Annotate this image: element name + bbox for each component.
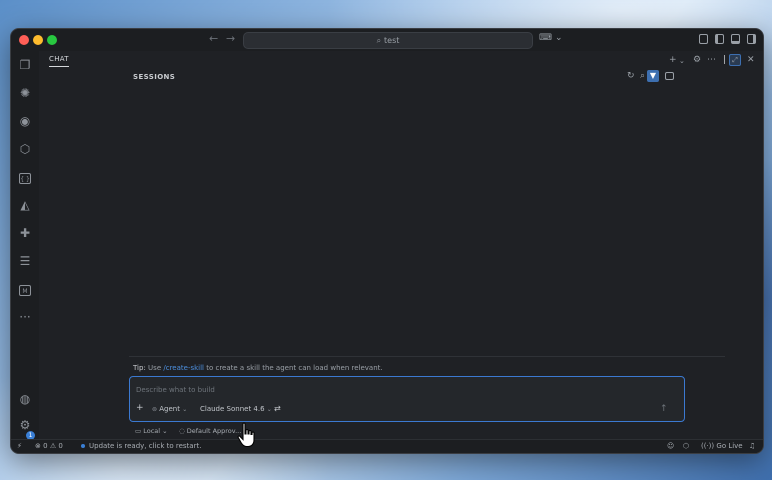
maximize-panel-icon[interactable]: ⤢ bbox=[729, 54, 741, 66]
broadcast-icon: ((·)) bbox=[701, 442, 715, 450]
search-icon[interactable]: ⌕ bbox=[640, 71, 645, 81]
back-arrow-icon[interactable]: ← bbox=[209, 32, 218, 45]
update-dot-icon bbox=[81, 444, 85, 448]
tip-prefix: Use bbox=[148, 364, 162, 372]
model-label: Claude Sonnet 4.6 bbox=[200, 405, 265, 413]
more-icon[interactable]: ··· bbox=[17, 309, 33, 325]
toggle-primary-sidebar-icon[interactable] bbox=[715, 34, 724, 44]
model-picker[interactable]: Claude Sonnet 4.6 ⌄ bbox=[200, 405, 272, 413]
tab-chat[interactable]: CHAT bbox=[49, 55, 69, 67]
command-center-search[interactable]: ⌕ test bbox=[243, 32, 533, 49]
warning-count: 0 bbox=[58, 442, 63, 450]
shield-icon: ◌ bbox=[179, 427, 185, 435]
outline-icon[interactable]: ☰ bbox=[17, 253, 33, 269]
sessions-heading: SESSIONS bbox=[133, 73, 176, 81]
split-view-icon[interactable] bbox=[665, 72, 674, 80]
chevron-down-icon[interactable]: ⌄ bbox=[555, 33, 563, 43]
approvals-picker[interactable]: ◌ Default Approv... bbox=[179, 427, 241, 435]
swap-icon[interactable]: ⇄ bbox=[274, 404, 281, 413]
go-live-label: Go Live bbox=[716, 442, 743, 450]
error-count: 0 bbox=[43, 442, 48, 450]
error-icon: ⊗ bbox=[35, 442, 41, 450]
chat-panel: CHAT + ⌄ ⚙ ⋯ | ⤢ ✕ SESSIONS ↻ ⌕ ▼ Tip: U… bbox=[39, 51, 763, 439]
forward-arrow-icon[interactable]: → bbox=[226, 32, 235, 45]
agent-mode-label: Agent bbox=[159, 405, 180, 413]
warning-icon: ⚠ bbox=[49, 442, 57, 450]
status-bar: ⚡ ⊗ 0 ⚠ 0 Update is ready, click to rest… bbox=[11, 439, 763, 453]
layout-customize-icon[interactable] bbox=[699, 34, 708, 44]
chevron-down-icon[interactable]: ⌄ bbox=[679, 57, 685, 65]
location-picker[interactable]: ▭ Local ⌄ bbox=[135, 427, 168, 435]
refresh-icon[interactable]: ↻ bbox=[627, 71, 635, 81]
notifications-bell-icon[interactable]: ♫ bbox=[749, 442, 755, 450]
files-icon[interactable]: ❐ bbox=[17, 57, 33, 73]
editor-window: ← → ⌕ test ⌨ ⌄ ❐ ✺ ◉ ⬡ { } ◭ ✚ ☰ M ··· ◍ … bbox=[10, 28, 764, 454]
activity-bar: ❐ ✺ ◉ ⬡ { } ◭ ✚ ☰ M ··· ◍ ⚙ 1 bbox=[11, 51, 40, 440]
tip-label: Tip: bbox=[133, 364, 146, 372]
divider bbox=[129, 356, 725, 357]
copilot-icon[interactable]: ☺ bbox=[667, 442, 674, 450]
close-icon[interactable]: ✕ bbox=[747, 55, 755, 65]
new-chat-plus-icon[interactable]: + bbox=[669, 55, 677, 65]
more-actions-icon[interactable]: ⋯ bbox=[707, 55, 716, 65]
gear-icon[interactable]: ⚙ bbox=[693, 55, 701, 65]
location-label: Local bbox=[143, 427, 161, 435]
chat-input-box: + ⊚ Agent ⌄ Claude Sonnet 4.6 ⌄ ⇄ ↑ bbox=[129, 376, 685, 422]
github-icon[interactable]: ◉ bbox=[17, 113, 33, 129]
add-context-button[interactable]: + bbox=[136, 403, 144, 413]
approvals-label: Default Approv... bbox=[186, 427, 242, 435]
tip-suffix: to create a skill the agent can load whe… bbox=[206, 364, 383, 372]
zoom-window-button[interactable] bbox=[47, 35, 57, 45]
filter-icon[interactable]: ▼ bbox=[647, 70, 659, 82]
toggle-secondary-sidebar-icon[interactable] bbox=[747, 34, 756, 44]
monitor-icon: ▭ bbox=[135, 427, 142, 435]
toggle-panel-icon[interactable] bbox=[731, 34, 740, 44]
markdown-icon[interactable]: M bbox=[17, 281, 33, 297]
json-icon[interactable]: { } bbox=[17, 169, 33, 185]
tip-text: Tip: Use /create-skill to create a skill… bbox=[133, 364, 383, 372]
go-live-button[interactable]: ((·)) Go Live bbox=[701, 442, 743, 450]
chat-input[interactable] bbox=[136, 384, 636, 396]
send-arrow-icon[interactable]: ↑ bbox=[660, 404, 668, 414]
search-icon: ⌕ bbox=[376, 36, 382, 45]
extension-icon[interactable]: ⬡ bbox=[683, 442, 689, 450]
title-bar: ← → ⌕ test ⌨ ⌄ bbox=[11, 29, 763, 52]
close-window-button[interactable] bbox=[19, 35, 29, 45]
remote-icon[interactable]: ⚡ bbox=[17, 442, 22, 450]
agent-mode-picker[interactable]: ⊚ Agent ⌄ bbox=[152, 405, 187, 413]
update-message: Update is ready, click to restart. bbox=[89, 442, 202, 450]
python-icon[interactable]: ✚ bbox=[17, 225, 33, 241]
minimize-window-button[interactable] bbox=[33, 35, 43, 45]
account-icon[interactable]: ◍ bbox=[17, 391, 33, 407]
chevron-down-icon: ⌄ bbox=[162, 427, 168, 435]
openai-icon[interactable]: ✺ bbox=[17, 85, 33, 101]
hand-cursor-icon bbox=[237, 422, 255, 448]
command-center-text: test bbox=[384, 36, 400, 45]
chat-toggle-icon[interactable]: ⌨ bbox=[539, 33, 552, 43]
problems-indicator[interactable]: ⊗ 0 ⚠ 0 bbox=[35, 442, 63, 450]
separator: | bbox=[723, 55, 727, 65]
package-icon[interactable]: ⬡ bbox=[17, 141, 33, 157]
triangle-icon[interactable]: ◭ bbox=[17, 197, 33, 213]
chevron-down-icon: ⌄ bbox=[182, 406, 188, 413]
tip-command-link[interactable]: /create-skill bbox=[163, 364, 204, 372]
agent-icon: ⊚ bbox=[152, 406, 158, 413]
update-notification[interactable]: Update is ready, click to restart. bbox=[81, 442, 201, 450]
chevron-down-icon: ⌄ bbox=[266, 406, 272, 413]
